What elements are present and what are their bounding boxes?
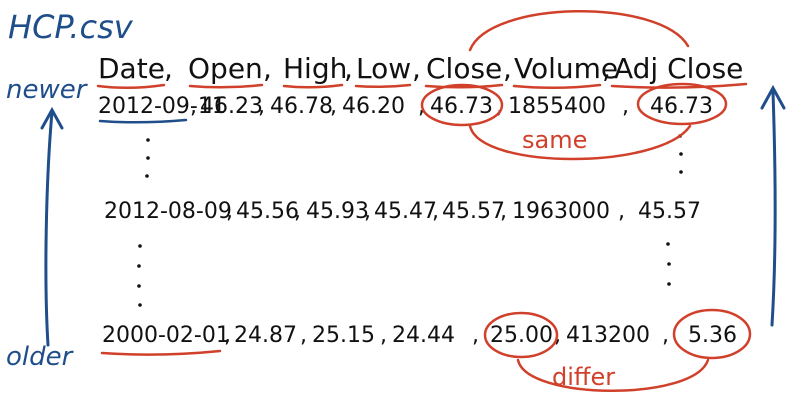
header-high: High xyxy=(283,52,347,85)
row2-volume: 1963000 xyxy=(512,199,610,224)
row1-open: 46.23 xyxy=(200,94,263,119)
row2-adj-close: 45.57 xyxy=(638,199,701,224)
same-label: same xyxy=(522,126,587,154)
csv-row-oldest: 2000-02-01 , 24.87 , 25.15 , 24.44 , 25.… xyxy=(102,323,737,348)
row3-sep-6: , xyxy=(662,323,669,348)
row2-high: 45.93 xyxy=(306,199,369,224)
row1-high: 46.78 xyxy=(270,94,333,119)
row1-adj-close: 46.73 xyxy=(650,94,713,119)
csv-row-newest: 2012-09-11 , 46.23 , 46.78 , 46.20 , 46.… xyxy=(98,94,713,119)
header-sep-3: , xyxy=(344,52,353,85)
older-label: older xyxy=(6,342,75,372)
row2-sep-2: , xyxy=(294,199,301,224)
row2-date: 2012-08-09 xyxy=(104,199,232,224)
header-open: Open xyxy=(188,52,263,85)
row3-volume: 413200 xyxy=(566,323,650,348)
row1-sep-2: , xyxy=(258,94,265,119)
header-sep-4: , xyxy=(412,52,421,85)
row1-sep-1: , xyxy=(190,94,197,119)
header-low: Low xyxy=(356,52,411,85)
row2-sep-5: , xyxy=(500,199,507,224)
csv-row-middle: 2012-08-09 , 45.56 , 45.93 , 45.47 , 45.… xyxy=(104,199,701,224)
row2-sep-3: , xyxy=(364,199,371,224)
differ-label: differ xyxy=(552,363,615,391)
row3-sep-2: , xyxy=(300,323,307,348)
row2-close: 45.57 xyxy=(442,199,505,224)
header-sep-6: , xyxy=(602,52,611,85)
row2-sep-4: , xyxy=(432,199,439,224)
csv-header: Date , Open , High , Low , Close , Volum… xyxy=(98,52,743,85)
left-up-arrow xyxy=(40,106,64,347)
header-close: Close xyxy=(426,52,502,85)
row2-sep-6: , xyxy=(618,199,625,224)
row3-adj-close: 5.36 xyxy=(688,323,737,348)
row1-close: 46.73 xyxy=(430,94,493,119)
row3-high: 25.15 xyxy=(312,323,375,348)
header-sep-2: , xyxy=(263,52,272,85)
row3-close: 25.00 xyxy=(490,323,553,348)
row1-volume: 1855400 xyxy=(508,94,606,119)
row2-low: 45.47 xyxy=(374,199,437,224)
header-link-arc xyxy=(468,9,690,52)
row3-open: 24.87 xyxy=(234,323,297,348)
row1-sep-6: , xyxy=(622,94,629,119)
right-up-arrow xyxy=(760,84,786,327)
row1-date-underline xyxy=(98,118,188,124)
row2-open: 45.56 xyxy=(236,199,299,224)
row1-low: 46.20 xyxy=(342,94,405,119)
header-sep-5: , xyxy=(503,52,512,85)
row3-sep-4: , xyxy=(472,323,479,348)
row3-date: 2000-02-01 xyxy=(102,323,230,348)
row1-sep-3: , xyxy=(330,94,337,119)
whiteboard-diagram: HCP.csv newer older Date , Open , High ,… xyxy=(6,8,786,392)
row2-sep-1: , xyxy=(226,199,233,224)
header-adj-close: Adj Close xyxy=(614,52,743,85)
row3-low: 24.44 xyxy=(392,323,455,348)
header-date: Date xyxy=(98,52,165,85)
row3-date-underline xyxy=(100,349,222,356)
header-sep-1: , xyxy=(164,52,173,85)
file-title: HCP.csv xyxy=(8,8,134,46)
row3-sep-3: , xyxy=(380,323,387,348)
row3-sep-1: , xyxy=(224,323,231,348)
newer-label: newer xyxy=(6,75,89,105)
